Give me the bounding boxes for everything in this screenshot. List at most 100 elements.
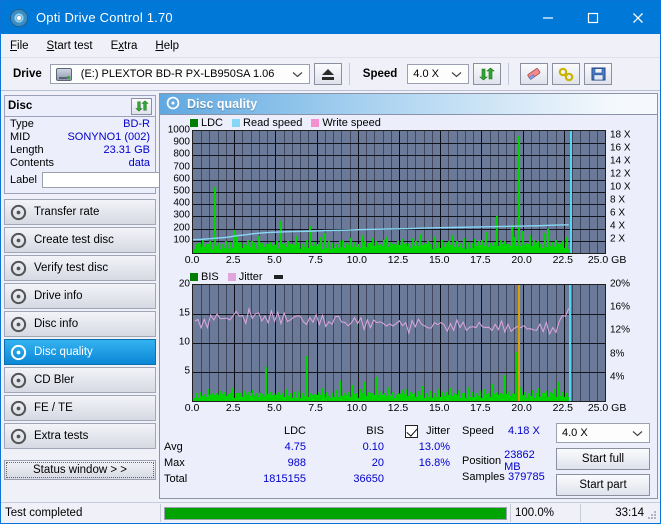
maximize-button[interactable]: [570, 1, 615, 34]
sidebar-item-label: Verify test disc: [34, 262, 109, 274]
drive-select-value: (E:) PLEXTOR BD-R PX-LB950SA 1.06: [80, 68, 275, 80]
y2-tick-label: 8%: [610, 348, 625, 360]
bis-chart-y-axis-right: 4% 8% 12% 16% 20%: [606, 279, 640, 402]
test-speed-select[interactable]: 4.0 X: [556, 423, 650, 443]
test-speed-value: 4.0 X: [562, 427, 588, 439]
legend-swatch-bis: [190, 273, 198, 281]
refresh-button[interactable]: [473, 63, 502, 85]
resize-grip[interactable]: [647, 510, 657, 520]
disc-row-contents: Contents data: [5, 156, 155, 169]
drive-select[interactable]: (E:) PLEXTOR BD-R PX-LB950SA 1.06: [49, 64, 310, 84]
jitter-label: Jitter: [426, 424, 450, 437]
stats-total-bis: 36650: [353, 473, 384, 485]
menu-help[interactable]: Help: [155, 40, 179, 52]
disc-quality-panel: Disc quality LDC Read speed Write speed …: [159, 93, 658, 499]
readout-labels: Speed 4.18 X Position 23862 MB Samples 3…: [462, 423, 550, 500]
readout-speed-row: Speed 4.18 X: [462, 423, 550, 439]
x-tick-label: 25.0 GB: [587, 402, 627, 414]
readout-samples-value: 379785: [508, 471, 545, 483]
sidebar-item-disc-quality[interactable]: Disc quality: [4, 339, 156, 365]
y-tick-label: 800: [173, 148, 190, 160]
disc-refresh-button[interactable]: [131, 97, 152, 115]
x-tick-label: 15.0: [428, 402, 450, 414]
x-tick-label: 12.5: [387, 402, 409, 414]
disc-panel-header: Disc: [5, 96, 155, 117]
y2-tick-label: 18 X: [610, 129, 631, 141]
jitter-checkbox[interactable]: [405, 424, 419, 438]
readout-speed-label: Speed: [462, 425, 494, 437]
sidebar-item-extra-tests[interactable]: Extra tests: [4, 423, 156, 449]
y-tick-label: 5: [184, 365, 190, 377]
speed-select[interactable]: 4.0 X: [407, 64, 470, 84]
action-buttons: 4.0 X Start full Start part: [556, 423, 650, 500]
progress-bar: [164, 506, 507, 520]
x-tick-label: 22.5: [552, 402, 574, 414]
bis-chart-x-axis: 0.0 2.5 5.0 7.5 10.0 12.5 15.0 17.5 20.0 22.5 25.0…: [185, 402, 627, 417]
table-row: Max 988 20 16.8%: [164, 455, 454, 471]
window-controls: [525, 1, 660, 34]
stats-row-label: Avg: [164, 441, 183, 453]
start-full-button[interactable]: Start full: [556, 448, 650, 470]
refresh-icon: [134, 100, 149, 112]
ldc-chart-y-axis-right: 2 X4 X6 X8 X 10 X 12 X 14 X 16 X 18 X: [606, 130, 640, 254]
status-window-toggle[interactable]: Status window > >: [4, 460, 156, 480]
application-window: Opti Drive Control 1.70 File Start test …: [0, 0, 661, 524]
y2-tick-label: 4 X: [610, 220, 626, 232]
sidebar-item-fe-te[interactable]: FE / TE: [4, 395, 156, 421]
toolbar: Drive (E:) PLEXTOR BD-R PX-LB950SA 1.06 …: [1, 58, 660, 91]
legend-swatch-write-speed: [311, 119, 320, 127]
stats-table: LDC BIS Jitter Avg 4.75 0.10 13.0% Max 9…: [164, 423, 454, 500]
save-button[interactable]: [584, 63, 613, 85]
start-part-button[interactable]: Start part: [556, 474, 650, 496]
x-tick-label: 20.0: [511, 254, 532, 266]
speed-label: Speed: [362, 68, 398, 80]
chevron-down-icon: [451, 65, 462, 83]
disc-length-value: 23.31 GB: [103, 144, 150, 156]
erase-button[interactable]: [520, 63, 549, 85]
disc-row-mid: MID SONYNO1 (002): [5, 130, 155, 143]
eject-button[interactable]: [313, 63, 342, 85]
sidebar-item-verify-test-disc[interactable]: Verify test disc: [4, 255, 156, 281]
sidebar-item-disc-info[interactable]: Disc info: [4, 311, 156, 337]
sidebar-item-create-test-disc[interactable]: Create test disc: [4, 227, 156, 253]
minimize-button[interactable]: [525, 1, 570, 34]
menu-start-test[interactable]: Start test: [47, 40, 93, 52]
stats-col-bis: BIS: [366, 425, 384, 437]
menu-extra[interactable]: Extra: [111, 40, 138, 52]
sidebar-item-cd-bler[interactable]: CD Bler: [4, 367, 156, 393]
stats-row-label: Max: [164, 457, 185, 469]
legend-swatch-ldc: [190, 119, 198, 127]
disc-icon: [10, 428, 27, 445]
x-tick-label: 17.5: [470, 402, 491, 414]
x-tick-label: 10.0: [346, 254, 368, 266]
stats-max-jitter: 16.8%: [418, 457, 450, 469]
disc-contents-value: data: [128, 157, 150, 169]
sidebar-item-label: Extra tests: [34, 430, 89, 442]
menu-file[interactable]: File: [10, 40, 29, 52]
y-tick-label: 1000: [167, 124, 190, 136]
legend-label-read-speed: Read speed: [243, 117, 303, 129]
nav-list: Transfer rate Create test disc Verify te…: [4, 199, 156, 449]
progress-fill: [165, 507, 506, 519]
x-tick-label: 25.0 GB: [587, 254, 627, 266]
tools-button[interactable]: [552, 63, 581, 85]
disc-icon: [10, 400, 27, 417]
disc-label-label: Label: [10, 174, 37, 186]
sidebar-item-drive-info[interactable]: Drive info: [4, 283, 156, 309]
y2-tick-label: 4%: [610, 371, 625, 383]
status-message: Test completed: [1, 504, 161, 522]
y-tick-label: 15: [178, 307, 190, 319]
sidebar-item-transfer-rate[interactable]: Transfer rate: [4, 199, 156, 225]
ldc-chart-row: 100 200 300 400 500 600 700 800 900 1000 2 X4 X6 …: [160, 125, 657, 254]
jitter-toggle[interactable]: Jitter: [384, 424, 452, 438]
close-button[interactable]: [615, 1, 660, 34]
progress-percent: 100.0%: [511, 504, 581, 522]
ldc-chart-x-axis: 0.0 2.5 5.0 7.5 10.0 12.5 15.0 17.5 20.0 22.5 25.0…: [185, 254, 627, 269]
ldc-chart-y-axis-left: 100 200 300 400 500 600 700 800 900 1000: [160, 125, 192, 254]
sidebar-item-label: Disc info: [34, 318, 79, 330]
x-tick-label: 20.0: [511, 402, 532, 414]
y-tick-label: 400: [173, 197, 190, 209]
y2-tick-label: 8 X: [610, 194, 626, 206]
title-bar: Opti Drive Control 1.70: [1, 1, 660, 34]
drive-label: Drive: [13, 68, 42, 80]
